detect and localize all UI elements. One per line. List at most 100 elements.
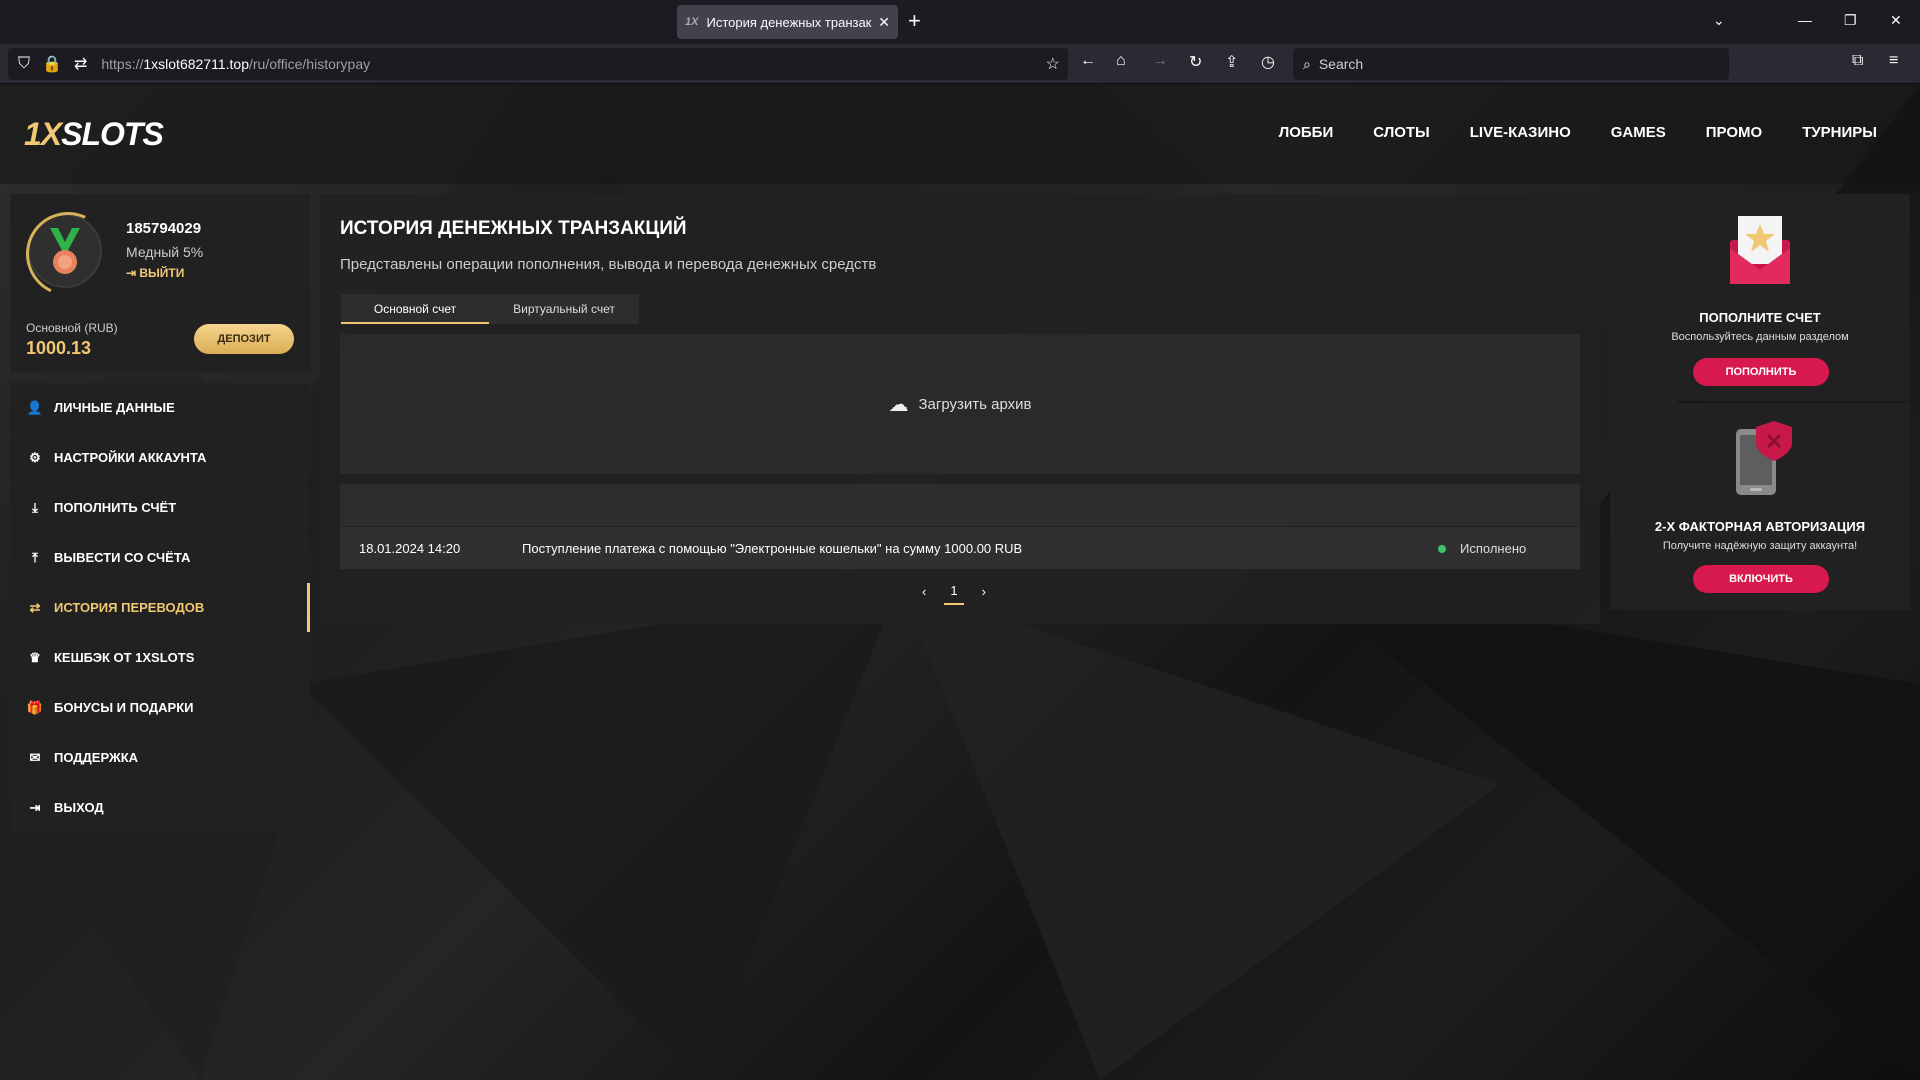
sign-out-icon: ⇥ <box>126 266 140 280</box>
menu-item-label: ПОПОЛНИТЬ СЧЁТ <box>54 500 177 515</box>
menu-item-label: ВЫХОД <box>54 800 104 815</box>
page-subtitle: Представлены операции пополнения, вывода… <box>340 256 877 273</box>
page-title: ИСТОРИЯ ДЕНЕЖНЫХ ТРАНЗАКЦИЙ <box>340 218 687 239</box>
url-domain: 1xslot682711.top <box>143 56 249 72</box>
search-icon: ⌕ <box>1303 55 1311 72</box>
row-date: 18.01.2024 14:20 <box>359 541 461 556</box>
close-window-icon[interactable]: ✕ <box>1890 12 1902 29</box>
browser-navbar: ⛉ 🔒 ⇄ https://1xslot682711.top/ru/office… <box>0 44 1920 84</box>
restore-icon[interactable]: ❐ <box>1844 12 1857 29</box>
extensions-icon[interactable]: ⧉ <box>1852 52 1863 70</box>
nav-slots[interactable]: СЛОТЫ <box>1373 124 1430 141</box>
table-row: 18.01.2024 14:20 Поступление платежа с п… <box>340 527 1580 569</box>
deposit-widget: ПОПОЛНИТЕ СЧЕТ Воспользуйтесь данным раз… <box>1610 194 1910 401</box>
download-icon: ⤓ <box>32 499 38 515</box>
account-balance: 1000.13 <box>26 338 92 358</box>
avatar <box>28 214 102 288</box>
crown-icon: ♛ <box>29 649 41 665</box>
profile-card: 185794029 Медный 5% ⇥ ВЫЙТИ Основной (RU… <box>10 194 310 372</box>
menu-item-logout[interactable]: ⇥ ВЫХОД <box>10 783 310 832</box>
menu-item-personal-data[interactable]: 👤 ЛИЧНЫЕ ДАННЫЕ <box>10 383 310 432</box>
row-status: Исполнено <box>1460 541 1527 556</box>
close-tab-icon[interactable]: ✕ <box>878 14 890 31</box>
menu-item-withdraw[interactable]: ⤒ ВЫВЕСТИ СО СЧЁТА <box>10 533 310 582</box>
new-tab-icon[interactable]: + <box>908 10 921 32</box>
logo-part2: SLOTS <box>61 116 164 152</box>
permissions-icon[interactable]: ⇄ <box>74 54 87 74</box>
pagination: ‹ 1 › <box>922 578 986 605</box>
download-archive-button[interactable]: ☁ Загрузить архив <box>340 334 1580 474</box>
shield-icon[interactable]: ⛉ <box>18 55 30 73</box>
deposit-widget-title: ПОПОЛНИТЕ СЧЕТ <box>1699 310 1821 325</box>
account-menu: 👤 ЛИЧНЫЕ ДАННЫЕ ⚙ НАСТРОЙКИ АККАУНТА ⤓ ПОПО… <box>10 383 310 833</box>
deposit-widget-button[interactable]: ПОПОЛНИТЬ <box>1693 358 1829 386</box>
table-header <box>340 484 1580 526</box>
search-input[interactable]: ⌕ Search <box>1293 48 1729 80</box>
logo-part1: 1X <box>24 116 62 152</box>
menu-item-transfer-history[interactable]: ⇄ ИСТОРИЯ ПЕРЕВОДОВ <box>10 583 310 632</box>
menu-item-label: ВЫВЕСТИ СО СЧЁТА <box>54 550 191 565</box>
home-icon[interactable]: ⌂ <box>1116 52 1126 70</box>
forward-icon[interactable]: → <box>1152 52 1168 70</box>
tab-favicon: 1X <box>685 16 699 28</box>
twofa-widget-button[interactable]: ВКЛЮЧИТЬ <box>1693 565 1829 593</box>
deposit-widget-subtitle: Воспользуйтесь данным разделом <box>1671 331 1849 343</box>
menu-item-account-settings[interactable]: ⚙ НАСТРОЙКИ АККАУНТА <box>10 433 310 482</box>
menu-item-bonuses[interactable]: 🎁 БОНУСЫ И ПОДАРКИ <box>10 683 310 732</box>
url-text[interactable]: https://1xslot682711.top/ru/office/histo… <box>101 56 370 72</box>
nav-live-casino[interactable]: LIVE-КАЗИНО <box>1470 124 1571 141</box>
browser-tabbar: 1X История денежных транзакций ✕ + ⌄ — ❐… <box>0 0 1920 44</box>
logout-label: ВЫЙТИ <box>139 266 185 280</box>
twofa-widget-title: 2-Х ФАКТОРНАЯ АВТОРИЗАЦИЯ <box>1654 519 1866 534</box>
menu-item-label: БОНУСЫ И ПОДАРКИ <box>54 700 194 715</box>
medal-icon <box>50 228 80 274</box>
site-header: 1XSLOTS ЛОББИ СЛОТЫ LIVE-КАЗИНО GAMES ПР… <box>0 84 1920 184</box>
next-page-icon[interactable]: › <box>982 584 986 599</box>
upload-icon: ⤒ <box>32 549 38 565</box>
sign-out-icon: ⇥ <box>29 799 41 815</box>
menu-item-label: КЕШБЭК ОТ 1XSLOTS <box>54 650 195 665</box>
history-icon[interactable]: ◷ <box>1261 52 1275 72</box>
account-label: Основной (RUB) <box>26 321 118 335</box>
twofa-widget-subtitle: Получите надёжную защиту аккаунта! <box>1662 540 1858 552</box>
cloud-download-icon: ☁ <box>888 393 909 416</box>
gift-icon: 🎁 <box>26 699 44 715</box>
prev-page-icon[interactable]: ‹ <box>922 584 926 599</box>
menu-item-deposit[interactable]: ⤓ ПОПОЛНИТЬ СЧЁТ <box>10 483 310 532</box>
gears-icon: ⚙ <box>29 449 41 465</box>
user-id: 185794029 <box>126 220 202 237</box>
status-dot <box>1438 545 1446 553</box>
url-bar[interactable]: ⛉ 🔒 ⇄ https://1xslot682711.top/ru/office… <box>8 48 1068 80</box>
row-description: Поступление платежа с помощью "Электронн… <box>522 541 1023 556</box>
deposit-button[interactable]: ДЕПОЗИТ <box>194 324 294 354</box>
minimize-icon[interactable]: — <box>1798 12 1812 28</box>
page-number[interactable]: 1 <box>944 583 964 605</box>
tab-main-account[interactable]: Основной счет <box>341 294 489 324</box>
top-nav: ЛОББИ СЛОТЫ LIVE-КАЗИНО GAMES ПРОМО ТУРН… <box>1279 124 1877 141</box>
nav-tournaments[interactable]: ТУРНИРЫ <box>1802 124 1877 141</box>
search-placeholder: Search <box>1318 56 1364 72</box>
menu-item-label: ЛИЧНЫЕ ДАННЫЕ <box>54 400 175 415</box>
nav-lobby[interactable]: ЛОББИ <box>1279 124 1334 141</box>
back-icon[interactable]: ← <box>1080 52 1096 70</box>
menu-item-support[interactable]: ✉ ПОДДЕРЖКА <box>10 733 310 782</box>
envelope-icon: ✉ <box>29 749 41 765</box>
save-pocket-icon[interactable]: ⇪ <box>1225 52 1238 72</box>
menu-item-cashback[interactable]: ♛ КЕШБЭК ОТ 1XSLOTS <box>10 633 310 682</box>
menu-item-label: НАСТРОЙКИ АККАУНТА <box>54 450 207 465</box>
envelope-star-icon <box>1730 216 1790 284</box>
browser-tab[interactable]: 1X История денежных транзакций ✕ <box>677 5 898 39</box>
list-tabs-icon[interactable]: ⌄ <box>1713 12 1725 29</box>
menu-icon[interactable]: ≡ <box>1889 52 1898 70</box>
tab-virtual-account[interactable]: Виртуальный счет <box>489 294 639 324</box>
url-path: /ru/office/historypay <box>248 56 371 72</box>
lock-icon[interactable]: 🔒 <box>42 54 62 74</box>
logout-link[interactable]: ⇥ ВЫЙТИ <box>126 266 184 280</box>
bookmark-star-icon[interactable]: ☆ <box>1046 54 1060 74</box>
reload-icon[interactable]: ↻ <box>1189 52 1202 72</box>
twofa-widget: 2-Х ФАКТОРНАЯ АВТОРИЗАЦИЯ Получите надёж… <box>1610 403 1910 610</box>
site-logo[interactable]: 1XSLOTS <box>24 116 164 153</box>
menu-item-label: ИСТОРИЯ ПЕРЕВОДОВ <box>54 600 205 615</box>
nav-games[interactable]: GAMES <box>1611 124 1666 141</box>
nav-promo[interactable]: ПРОМО <box>1706 124 1762 141</box>
